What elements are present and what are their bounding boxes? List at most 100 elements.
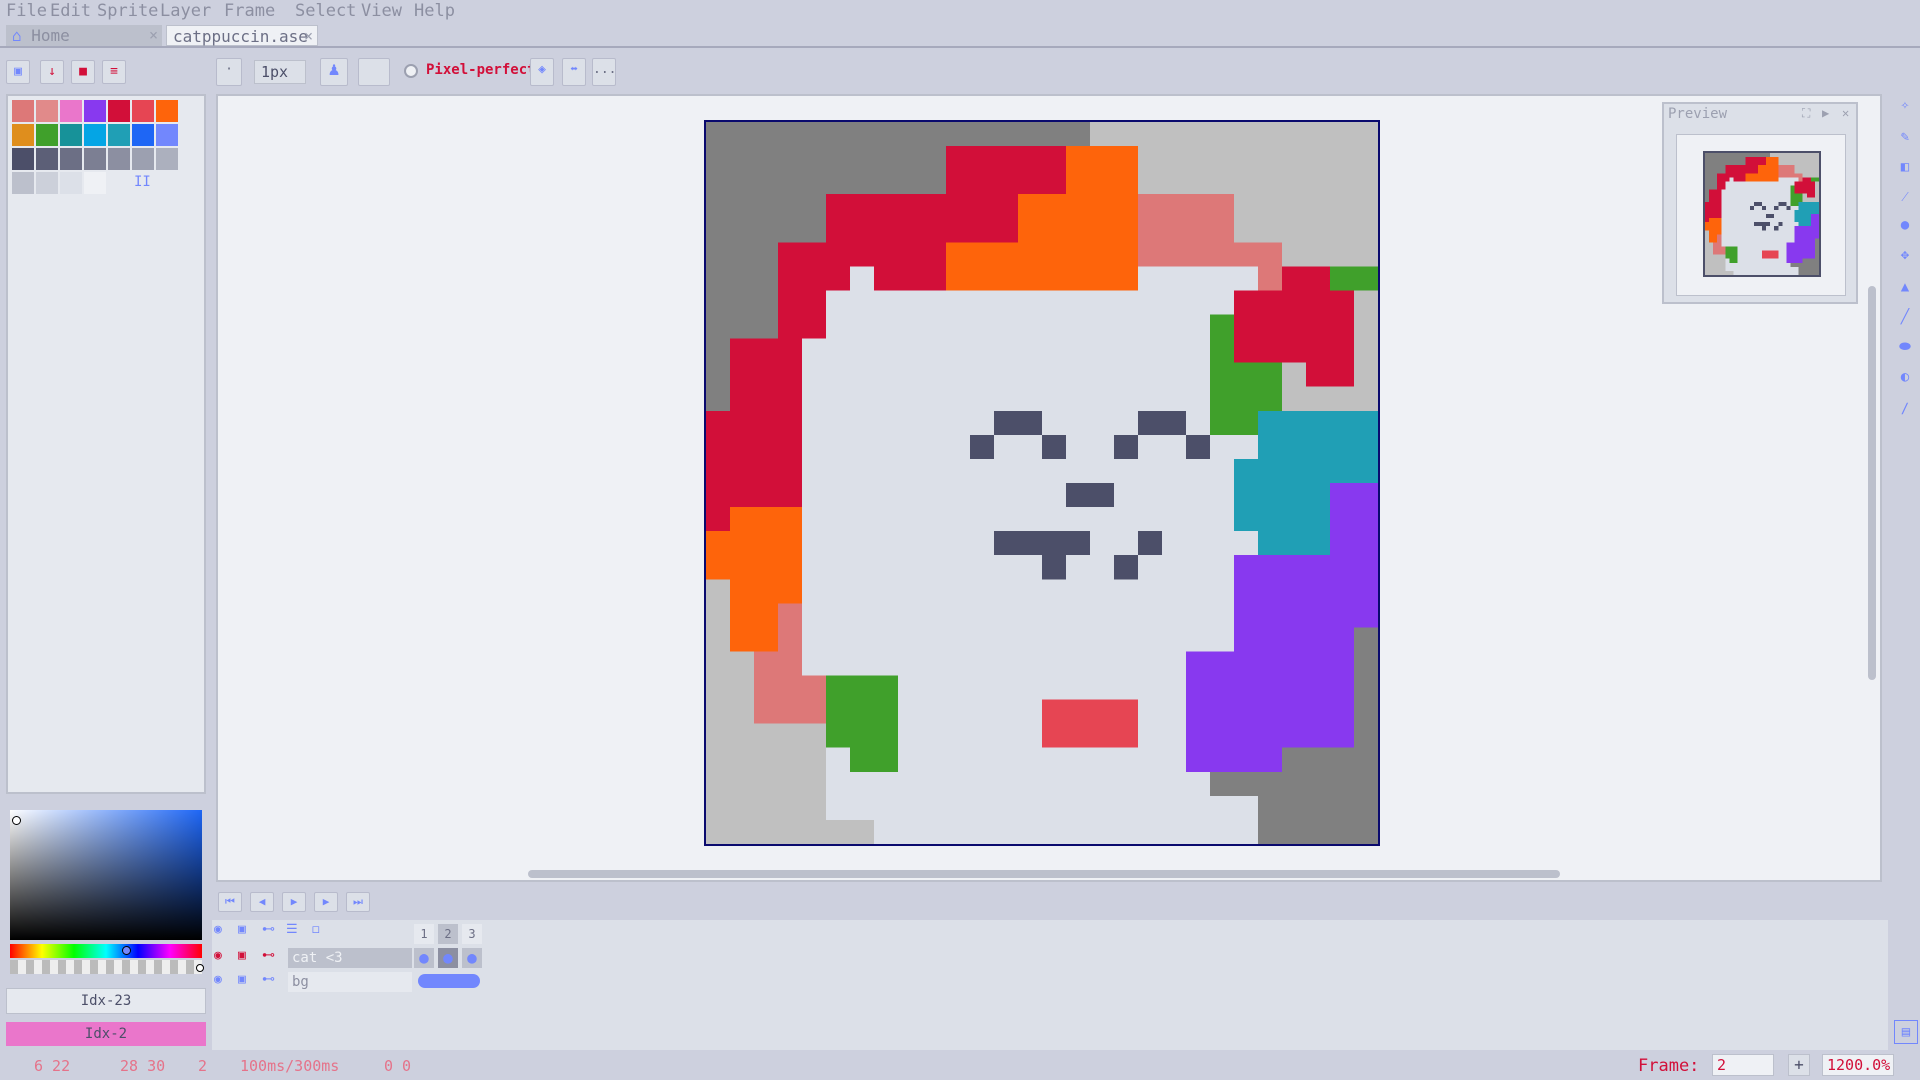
palette-swatch[interactable] [12, 100, 34, 122]
tab-home[interactable]: ⌂ Home × [6, 25, 162, 46]
hue-handle[interactable] [122, 946, 131, 955]
frame-number-field[interactable]: 2 [1712, 1054, 1774, 1076]
menu-list-icon[interactable]: ≡ [102, 60, 126, 84]
menu-select[interactable]: Select [295, 0, 356, 22]
frame-header-2[interactable]: 2 [438, 924, 458, 944]
preview-play-icon[interactable]: ▶ [1822, 106, 1829, 120]
visibility-header-icon[interactable]: ◉ [214, 922, 234, 942]
sprite-canvas[interactable] [706, 122, 1378, 844]
more-options-button[interactable]: ... [592, 58, 616, 86]
palette-swatch[interactable] [12, 148, 34, 170]
menu-layer[interactable]: Layer [160, 0, 211, 22]
palette-swatch[interactable] [132, 148, 154, 170]
menu-edit[interactable]: Edit [50, 0, 91, 22]
palette-swatch[interactable] [36, 124, 58, 146]
palette-swatch[interactable] [60, 148, 82, 170]
pencil-icon[interactable]: ✎ [1894, 126, 1916, 148]
palette-swatch[interactable] [84, 100, 106, 122]
blur-icon[interactable]: ◐ [1894, 366, 1916, 388]
palette-swatch[interactable] [60, 172, 82, 194]
palette-swatch[interactable] [84, 148, 106, 170]
first-frame-icon[interactable]: ⏮ [218, 892, 242, 912]
palette-swatch[interactable] [36, 148, 58, 170]
opacity-button[interactable] [358, 58, 390, 86]
lock-icon[interactable]: ▣ [238, 948, 258, 968]
palette-swatch[interactable] [12, 172, 34, 194]
continuous-icon[interactable]: ⊷ [262, 972, 282, 992]
play-icon[interactable]: ▶ [282, 892, 306, 912]
ink-icon[interactable]: ♟ [320, 58, 348, 86]
palette-swatch[interactable] [132, 100, 154, 122]
frame-header-3[interactable]: 3 [462, 924, 482, 944]
add-frame-button[interactable]: + [1788, 1054, 1810, 1076]
move-icon[interactable]: ✥ [1894, 244, 1916, 266]
symmetry-horizontal-icon[interactable]: ⬌ [562, 58, 586, 86]
lock-icon[interactable]: ▣ [238, 972, 258, 992]
layer-settings-icon[interactable]: ☰ [286, 922, 306, 942]
palette-swatch[interactable] [36, 172, 58, 194]
sort-down-icon[interactable]: ↓ [40, 60, 64, 84]
preview-window[interactable]: Preview ⛶ ▶ ✕ [1662, 102, 1858, 304]
frame-header-1[interactable]: 1 [414, 924, 434, 944]
tab-catppuccin[interactable]: catppuccin.ase × [166, 25, 318, 46]
horizontal-scrollbar[interactable] [528, 870, 1560, 878]
menu-help[interactable]: Help [414, 0, 455, 22]
zoom-field[interactable]: 1200.0% [1822, 1054, 1894, 1076]
visibility-eye-icon[interactable]: ◉ [214, 948, 234, 968]
fill-bucket-icon[interactable]: ▲ [1894, 276, 1916, 298]
close-icon[interactable]: ✕ [1842, 106, 1849, 120]
onion-skin-icon[interactable]: ◻ [312, 922, 332, 942]
preview-mode-icon[interactable]: ⛶ [1802, 106, 1810, 121]
timeline-toggle-icon[interactable]: ▤ [1894, 1020, 1918, 1044]
palette-swatch[interactable] [156, 148, 178, 170]
menu-sprite[interactable]: Sprite [97, 0, 158, 22]
palette-swatch[interactable] [84, 124, 106, 146]
next-frame-icon[interactable]: ▶ [314, 892, 338, 912]
zoom-icon[interactable]: ● [1894, 214, 1916, 236]
brush-size-field[interactable]: 1px [254, 60, 306, 84]
background-color-button[interactable]: Idx-2 [6, 1022, 206, 1046]
hue-slider[interactable] [10, 944, 202, 958]
close-icon[interactable]: × [149, 25, 158, 46]
cel-cat-3[interactable]: ● [462, 948, 482, 968]
cel-cat-2[interactable]: ● [438, 948, 458, 968]
layer-name-cat[interactable]: cat <3 [288, 948, 412, 968]
foreground-color-button[interactable]: Idx-23 [6, 988, 206, 1014]
last-frame-icon[interactable]: ⏭ [346, 892, 370, 912]
palette-swatch[interactable] [108, 124, 130, 146]
cel-cat-1[interactable]: ● [414, 948, 434, 968]
continuous-icon[interactable]: ⊷ [262, 948, 282, 968]
ellipse-icon[interactable]: ⬬ [1894, 336, 1916, 358]
brush-type-button[interactable]: · [216, 58, 242, 86]
palette-swatch[interactable] [84, 172, 106, 194]
palette-swatch[interactable] [12, 124, 34, 146]
picker-handle[interactable] [12, 816, 21, 825]
eyedropper-icon[interactable]: ⁄ [1894, 186, 1916, 208]
lock-icon[interactable]: ▣ [6, 60, 30, 84]
menu-view[interactable]: View [361, 0, 402, 22]
text-tool-icon[interactable]: ∕ [1894, 398, 1916, 420]
palette-swatch[interactable] [60, 100, 82, 122]
close-icon[interactable]: × [304, 26, 313, 47]
menu-frame[interactable]: Frame [224, 0, 275, 22]
palette-swatch[interactable] [156, 124, 178, 146]
visibility-eye-icon[interactable]: ◉ [214, 972, 234, 992]
alpha-handle[interactable] [196, 964, 204, 972]
palette-swatch[interactable] [132, 124, 154, 146]
previous-frame-icon[interactable]: ◀ [250, 892, 274, 912]
magic-wand-icon[interactable]: ✧ [1894, 94, 1916, 116]
alpha-slider[interactable] [10, 960, 204, 974]
palette-swatch[interactable] [60, 124, 82, 146]
saturation-value-picker[interactable] [10, 810, 202, 940]
continuous-header-icon[interactable]: ⊷ [262, 922, 282, 942]
menu-file[interactable]: File [6, 0, 47, 22]
palette-swatch[interactable] [36, 100, 58, 122]
eraser-icon[interactable]: ◧ [1894, 156, 1916, 178]
palette-swatch[interactable] [108, 148, 130, 170]
line-icon[interactable]: ╱ [1894, 306, 1916, 328]
symmetry-vertical-icon[interactable]: ◈ [530, 58, 554, 86]
palette-swatch[interactable] [156, 100, 178, 122]
pixel-perfect-checkbox[interactable] [404, 64, 418, 78]
vertical-scrollbar[interactable] [1868, 286, 1876, 680]
palette-options-icon[interactable]: ■ [71, 60, 95, 84]
